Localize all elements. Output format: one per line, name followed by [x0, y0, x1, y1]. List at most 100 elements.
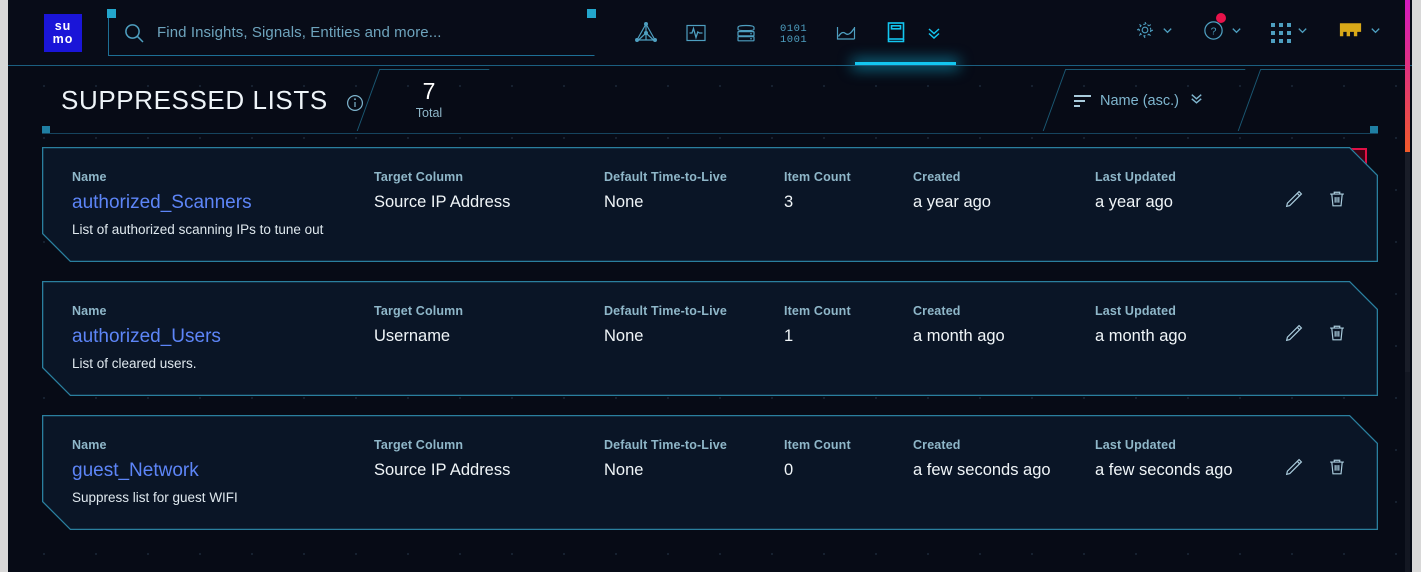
chevron-down-icon: [1369, 24, 1382, 42]
gear-icon: [1134, 19, 1156, 46]
nav-records-icon[interactable]: [721, 0, 771, 66]
column-header-target: Target Column: [374, 170, 604, 184]
nav-content-book-icon[interactable]: [871, 0, 921, 66]
cell-last-updated: Last Updated a month ago: [1095, 304, 1257, 348]
cell-created: Created a few seconds ago: [913, 438, 1095, 482]
help-button[interactable]: ?: [1202, 19, 1243, 47]
ttl-value: None: [604, 459, 784, 482]
cell-name: Name guest_Network Suppress list for gue…: [72, 438, 374, 506]
cell-name: Name authorized_Scanners List of authori…: [72, 170, 374, 238]
column-header-last-updated: Last Updated: [1095, 304, 1257, 318]
column-header-last-updated: Last Updated: [1095, 170, 1257, 184]
delete-trash-icon[interactable]: [1326, 188, 1348, 210]
nav-analytics-icon[interactable]: [821, 0, 871, 66]
cell-last-updated: Last Updated a few seconds ago: [1095, 438, 1257, 482]
column-header-target: Target Column: [374, 304, 604, 318]
page-title-text: SUPPRESSED LISTS: [61, 85, 328, 115]
row-actions: [1283, 438, 1348, 478]
column-header-target: Target Column: [374, 438, 604, 452]
delete-trash-icon[interactable]: [1326, 322, 1348, 344]
sumo-logic-logo[interactable]: su mo: [44, 14, 82, 52]
last-updated-value: a year ago: [1095, 191, 1257, 214]
nav-more-chevron-icon[interactable]: [921, 0, 947, 66]
table-row[interactable]: Name authorized_Users List of cleared us…: [42, 281, 1378, 396]
nav-signals-icon[interactable]: [671, 0, 721, 66]
sort-current-value: Name (asc.): [1100, 93, 1179, 109]
settings-gear-button[interactable]: [1134, 19, 1174, 46]
cell-created: Created a year ago: [913, 170, 1095, 214]
global-search[interactable]: [108, 10, 595, 56]
cell-target-column: Target Column Username: [374, 304, 604, 348]
cell-ttl: Default Time-to-Live None: [604, 170, 784, 214]
last-updated-value: a few seconds ago: [1095, 459, 1257, 482]
nav-raw-data-icon[interactable]: 0101 1001: [771, 0, 821, 66]
edit-pencil-icon[interactable]: [1283, 188, 1305, 210]
column-header-name: Name: [72, 170, 374, 184]
apps-grid-button[interactable]: [1271, 23, 1309, 43]
row-actions: [1283, 304, 1348, 344]
svg-text:1001: 1001: [780, 34, 807, 46]
column-header-ttl: Default Time-to-Live: [604, 170, 784, 184]
total-counter: 7 Total: [401, 78, 457, 120]
help-question-icon: ?: [1202, 19, 1225, 47]
edit-pencil-icon[interactable]: [1283, 322, 1305, 344]
column-header-created: Created: [913, 304, 1095, 318]
cell-last-updated: Last Updated a year ago: [1095, 170, 1257, 214]
created-value: a month ago: [913, 325, 1095, 348]
table-row[interactable]: Name authorized_Scanners List of authori…: [42, 147, 1378, 262]
list-name-link[interactable]: authorized_Scanners: [72, 191, 252, 215]
info-icon[interactable]: [346, 94, 364, 112]
delete-trash-icon[interactable]: [1326, 456, 1348, 478]
logo-line-1: su: [55, 20, 72, 33]
list-description: List of cleared users.: [72, 355, 374, 372]
cell-target-column: Target Column Source IP Address: [374, 170, 604, 214]
list-name-link[interactable]: guest_Network: [72, 459, 199, 483]
cell-ttl: Default Time-to-Live None: [604, 438, 784, 482]
search-icon: [123, 22, 145, 44]
scrollbar-track: [1405, 152, 1410, 372]
cell-item-count: Item Count 1: [784, 304, 913, 348]
table-row[interactable]: Name guest_Network Suppress list for gue…: [42, 415, 1378, 530]
ttl-value: None: [604, 325, 784, 348]
item-count-value: 1: [784, 325, 913, 348]
list-description: List of authorized scanning IPs to tune …: [72, 221, 374, 238]
search-corner-accent-left: [107, 9, 116, 18]
primary-nav: 0101 1001: [621, 0, 947, 66]
target-column-value: Source IP Address: [374, 191, 604, 214]
ttl-value: None: [604, 191, 784, 214]
header-right-actions: ?: [1106, 0, 1412, 66]
suppressed-lists-container: Name authorized_Scanners List of authori…: [8, 134, 1412, 530]
search-corner-accent-right: [587, 9, 596, 18]
column-header-ttl: Default Time-to-Live: [604, 438, 784, 452]
column-header-item-count: Item Count: [784, 304, 913, 318]
column-header-item-count: Item Count: [784, 438, 913, 452]
chevron-down-icon: [1161, 24, 1174, 42]
column-header-created: Created: [913, 438, 1095, 452]
created-value: a few seconds ago: [913, 459, 1095, 482]
created-value: a year ago: [913, 191, 1095, 214]
item-count-value: 3: [784, 191, 913, 214]
cell-target-column: Target Column Source IP Address: [374, 438, 604, 482]
target-column-value: Source IP Address: [374, 459, 604, 482]
cell-item-count: Item Count 0: [784, 438, 913, 482]
user-account-button[interactable]: [1337, 19, 1382, 46]
column-header-name: Name: [72, 304, 374, 318]
vertical-scrollbar[interactable]: [1405, 0, 1410, 572]
column-header-created: Created: [913, 170, 1095, 184]
notification-badge: [1216, 13, 1226, 23]
sort-dropdown[interactable]: Name (asc.): [1074, 90, 1205, 112]
item-count-value: 0: [784, 459, 913, 482]
column-header-name: Name: [72, 438, 374, 452]
search-input[interactable]: [157, 24, 557, 41]
svg-text:?: ?: [1211, 25, 1217, 37]
nav-entities-icon[interactable]: [621, 0, 671, 66]
titlebar-tick-left: [42, 126, 50, 134]
page-title: SUPPRESSED LISTS: [61, 85, 364, 116]
page-title-bar: SUPPRESSED LISTS 7 Total Name (asc.): [8, 66, 1412, 134]
list-description: Suppress list for guest WIFI: [72, 489, 374, 506]
edit-pencil-icon[interactable]: [1283, 456, 1305, 478]
scrollbar-thumb[interactable]: [1405, 0, 1410, 152]
list-name-link[interactable]: authorized_Users: [72, 325, 221, 349]
apps-grid-icon: [1271, 23, 1291, 43]
cell-item-count: Item Count 3: [784, 170, 913, 214]
